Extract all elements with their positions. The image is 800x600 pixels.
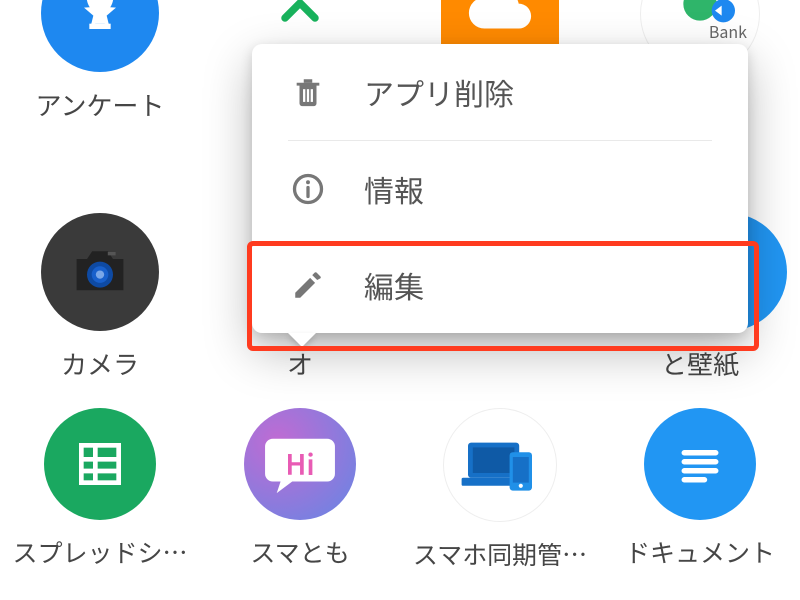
app-label: アンケート — [36, 86, 165, 123]
pencil-icon — [288, 265, 328, 305]
menu-item-label: 情報 — [364, 167, 424, 211]
app-label: スマとも — [250, 534, 349, 570]
menu-item-label: 編集 — [364, 263, 424, 307]
hi-text: Hi — [285, 444, 314, 484]
trophy-icon — [41, 0, 159, 72]
softbank-text: Bank — [709, 19, 747, 43]
app-label: オ — [287, 345, 313, 382]
menu-pointer — [288, 333, 316, 347]
menu-item-delete[interactable]: アプリ削除 — [252, 44, 748, 140]
app-label: と壁紙 — [661, 345, 739, 382]
hi-speech-icon: Hi — [244, 408, 356, 520]
menu-item-edit[interactable]: 編集 — [252, 237, 748, 333]
camera-icon — [41, 213, 159, 331]
app-camera[interactable]: カメラ — [0, 195, 200, 390]
sheets-icon — [44, 408, 156, 520]
app-label: スマホ同期管… — [413, 536, 587, 572]
menu-item-info[interactable]: 情報 — [252, 141, 748, 237]
app-label: カメラ — [61, 345, 139, 382]
docs-icon — [644, 408, 756, 520]
app-phonesync[interactable]: スマホ同期管… — [400, 390, 600, 585]
app-survey[interactable]: アンケート — [0, 0, 200, 195]
laptop-phone-icon — [443, 408, 557, 522]
menu-item-label: アプリ削除 — [364, 70, 514, 114]
app-sumatomo[interactable]: Hi スマとも — [200, 390, 400, 585]
app-label: ドキュメント — [625, 534, 775, 570]
context-menu: アプリ削除 情報 編集 — [252, 44, 748, 333]
info-icon — [288, 169, 328, 209]
app-docs[interactable]: ドキュメント — [600, 390, 800, 585]
app-label: スプレッドシ… — [12, 534, 187, 570]
trash-icon — [288, 72, 328, 112]
app-sheets[interactable]: スプレッドシ… — [0, 390, 200, 585]
